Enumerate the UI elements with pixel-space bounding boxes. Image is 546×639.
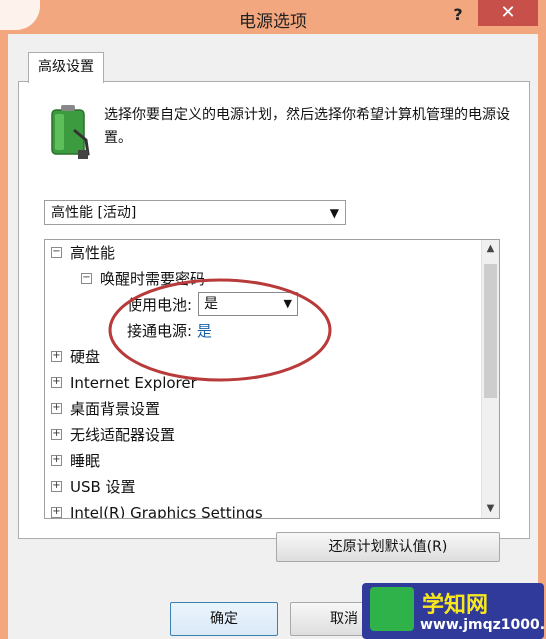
intro-text: 选择你要自定义的电源计划，然后选择你希望计算机管理的电源设置。 — [104, 107, 510, 146]
tree-item-usb-settings[interactable]: + USB 设置 — [51, 474, 136, 500]
tree-item-sleep[interactable]: + 睡眠 — [51, 448, 100, 474]
tree-item-high-performance[interactable]: − 高性能 — [51, 240, 115, 266]
power-plan-select[interactable]: 高性能 [活动] ▼ — [44, 200, 346, 225]
power-plan-value: 高性能 [活动] — [51, 205, 137, 221]
help-button[interactable]: ? — [446, 4, 470, 28]
scroll-down-icon[interactable]: ▼ — [482, 500, 499, 518]
tree-item-label: 睡眠 — [70, 452, 101, 470]
expand-icon[interactable]: + — [51, 377, 62, 388]
watermark-url: www.jmqz1000.com — [420, 617, 544, 633]
expand-icon[interactable]: + — [51, 507, 62, 518]
settings-tree[interactable]: − 高性能 − 唤醒时需要密码 使用电池: 是 ▼ 接通电源: 是 + 硬盘 + Int… — [44, 239, 500, 519]
watermark-title: 学知网 — [422, 593, 489, 618]
tree-item-label: 硬盘 — [70, 348, 101, 366]
expand-icon[interactable]: + — [51, 429, 62, 440]
vertical-scrollbar[interactable]: ▲ ▼ — [481, 240, 499, 518]
close-button[interactable]: ✕ — [478, 0, 538, 26]
tree-item-label: 无线适配器设置 — [70, 426, 176, 444]
expand-icon[interactable]: + — [51, 351, 62, 362]
tree-item-desktop-background[interactable]: + 桌面背景设置 — [51, 396, 160, 422]
scroll-up-icon[interactable]: ▲ — [482, 240, 499, 258]
watermark-icon — [370, 587, 414, 631]
tree-item-label: 桌面背景设置 — [70, 400, 161, 418]
chevron-down-icon: ▼ — [329, 206, 339, 220]
tree-item-hard-disk[interactable]: + 硬盘 — [51, 344, 100, 370]
expand-icon[interactable]: + — [51, 481, 62, 492]
scrollbar-thumb[interactable] — [484, 264, 497, 398]
tree-item-intel-graphics[interactable]: + Intel(R) Graphics Settings — [51, 500, 263, 519]
tab-advanced-settings[interactable]: 高级设置 — [28, 52, 104, 83]
highlight-circle — [108, 278, 332, 382]
tree-item-label: USB 设置 — [70, 478, 136, 496]
collapse-icon[interactable]: − — [81, 273, 92, 284]
ok-button[interactable]: 确定 — [170, 602, 278, 636]
tree-item-wireless-adapter[interactable]: + 无线适配器设置 — [51, 422, 175, 448]
expand-icon[interactable]: + — [51, 403, 62, 414]
expand-icon[interactable]: + — [51, 455, 62, 466]
watermark-logo: 学知网 www.jmqz1000.com — [362, 583, 544, 639]
dialog-client: 高级设置 选择你要自定义的电源计划，然后选择你希望计算机管理的电源设置。 高性能… — [8, 34, 538, 639]
tree-item-label: 高性能 — [70, 244, 116, 262]
collapse-icon[interactable]: − — [51, 247, 62, 258]
title-bar: 电源选项 ? ✕ — [0, 0, 546, 34]
tree-item-label: Intel(R) Graphics Settings — [70, 504, 263, 519]
restore-defaults-button[interactable]: 还原计划默认值(R) — [276, 532, 500, 562]
power-battery-icon — [51, 105, 90, 159]
